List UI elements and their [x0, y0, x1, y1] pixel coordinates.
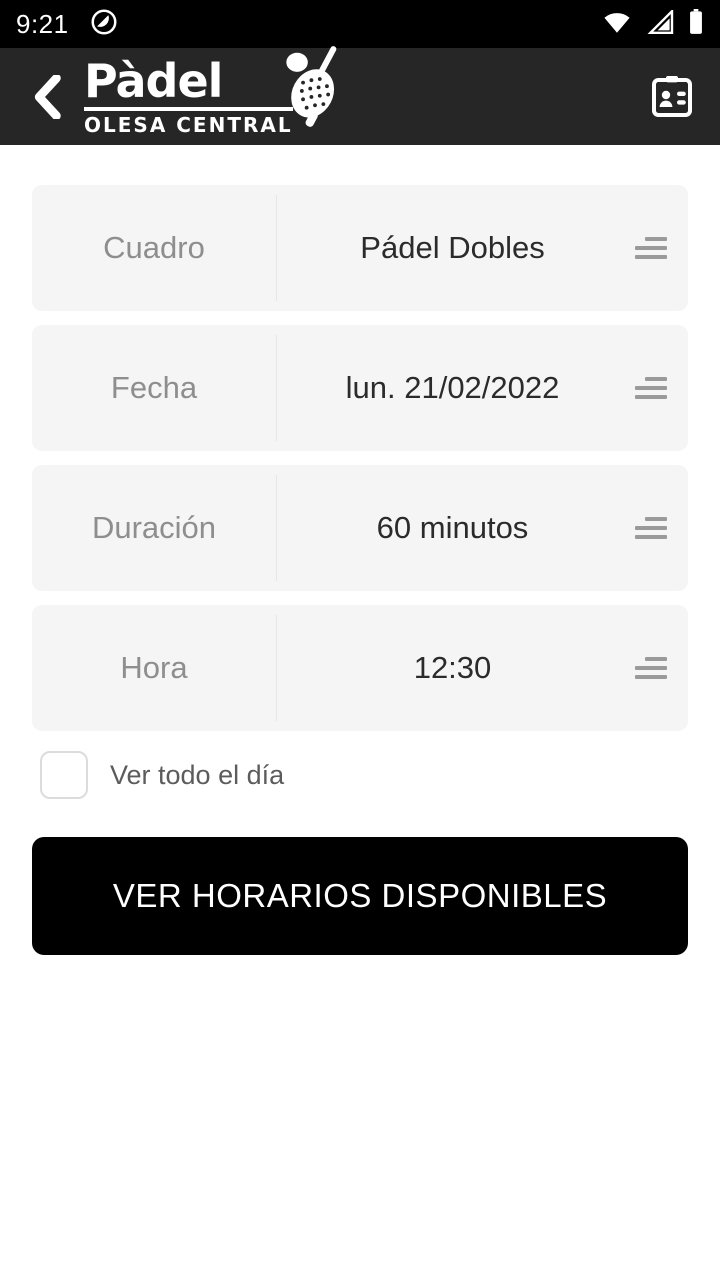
battery-icon — [688, 8, 704, 40]
cellular-signal-icon — [646, 7, 674, 39]
app-logo: Pàdel OLESA CENTRAL — [84, 46, 351, 135]
padel-racket-icon — [279, 42, 351, 133]
form-row-value: 60 minutos — [376, 510, 529, 545]
view-available-times-button[interactable]: VER HORARIOS DISPONIBLES — [32, 837, 688, 955]
chevron-left-icon — [34, 74, 61, 119]
form-row-cuadro[interactable]: Cuadro Pádel Dobles — [32, 185, 688, 311]
form-row-label: Duración — [91, 510, 217, 545]
status-bar-left-icons — [89, 7, 119, 42]
dnd-mode-icon — [89, 7, 119, 42]
id-badge-icon — [652, 75, 692, 117]
form-row-label: Fecha — [110, 370, 198, 405]
status-bar: 9:21 — [0, 0, 720, 48]
form-row-value: lun. 21/02/2022 — [345, 370, 560, 405]
app-header: Pàdel OLESA CENTRAL — [0, 46, 720, 145]
status-bar-right-icons — [602, 7, 704, 40]
list-selector-icon[interactable] — [614, 325, 688, 451]
booking-form: Cuadro Pádel Dobles Fecha lun. 21/02/202… — [0, 145, 720, 955]
all-day-checkbox-row[interactable]: Ver todo el día — [40, 751, 688, 799]
app-logo-rule — [84, 107, 293, 111]
form-row-value: Pádel Dobles — [360, 230, 545, 265]
status-bar-clock: 9:21 — [16, 8, 69, 39]
id-badge-button[interactable] — [646, 71, 698, 123]
app-logo-subtitle: OLESA CENTRAL — [84, 113, 293, 137]
all-day-checkbox-label: Ver todo el día — [110, 759, 285, 790]
form-row-value: 12:30 — [413, 650, 492, 685]
form-row-fecha[interactable]: Fecha lun. 21/02/2022 — [32, 325, 688, 451]
form-row-label: Cuadro — [103, 230, 205, 265]
list-selector-icon[interactable] — [614, 605, 688, 731]
back-button[interactable] — [22, 72, 72, 122]
app-logo-text: Pàdel OLESA CENTRAL — [84, 58, 293, 135]
form-row-hora[interactable]: Hora 12:30 — [32, 605, 688, 731]
form-row-label: Hora — [120, 650, 188, 685]
form-row-duracion[interactable]: Duración 60 minutos — [32, 465, 688, 591]
app-logo-title: Pàdel — [84, 54, 223, 108]
list-selector-icon[interactable] — [614, 465, 688, 591]
list-selector-icon[interactable] — [614, 185, 688, 311]
all-day-checkbox[interactable] — [40, 751, 88, 799]
wifi-icon — [602, 10, 632, 39]
